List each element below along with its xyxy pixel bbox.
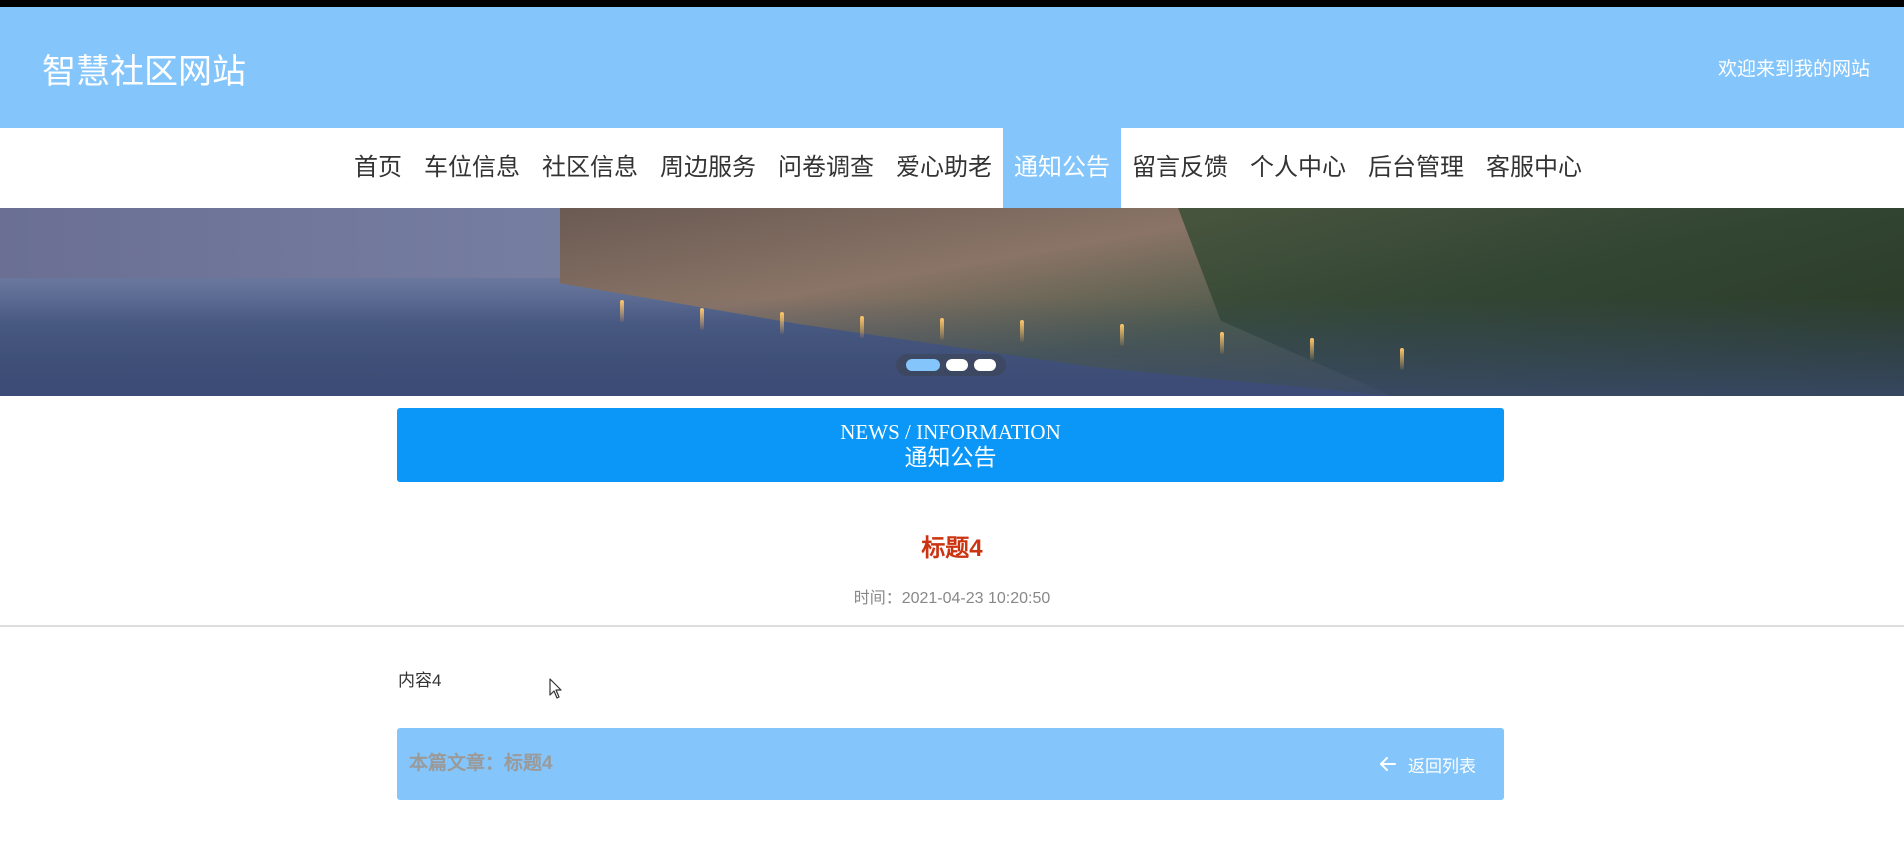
nav-item-notices[interactable]: 通知公告	[1003, 128, 1121, 208]
article-time: 时间：2021-04-23 10:20:50	[853, 590, 1051, 607]
main-nav: 首页 车位信息 社区信息 周边服务 问卷调查 爱心助老 通知公告 留言反馈 个人…	[0, 128, 1904, 208]
back-to-list-label: 返回列表	[1408, 756, 1476, 776]
nav-item-elderly-care[interactable]: 爱心助老	[885, 128, 1003, 208]
nav-item-survey[interactable]: 问卷调查	[767, 128, 885, 208]
carousel-dot-3[interactable]	[974, 359, 996, 371]
article-footer: 本篇文章：标题4 返回列表	[397, 728, 1504, 800]
back-to-list-button[interactable]: 返回列表	[1378, 728, 1476, 800]
banner-light	[860, 316, 864, 338]
banner-carousel[interactable]	[0, 208, 1904, 396]
banner-light	[1120, 324, 1124, 346]
carousel-indicators	[896, 354, 1006, 376]
divider	[0, 625, 1904, 627]
banner-light	[1310, 338, 1314, 360]
top-strip	[0, 0, 1904, 7]
nav-item-profile[interactable]: 个人中心	[1239, 128, 1357, 208]
section-heading: NEWS / INFORMATION 通知公告	[397, 408, 1504, 482]
nav-item-feedback[interactable]: 留言反馈	[1121, 128, 1239, 208]
section-title-en: NEWS / INFORMATION	[840, 420, 1061, 444]
banner-light	[700, 308, 704, 330]
mouse-pointer-icon	[549, 678, 562, 699]
banner-light	[620, 300, 624, 322]
banner-light	[1220, 332, 1224, 354]
nav-item-nearby-services[interactable]: 周边服务	[649, 128, 767, 208]
banner-light	[780, 312, 784, 334]
welcome-text: 欢迎来到我的网站	[1717, 59, 1870, 80]
banner-light	[1400, 348, 1404, 370]
page: 智慧社区网站 欢迎来到我的网站 首页 车位信息 社区信息 周边服务 问卷调查 爱…	[0, 0, 1904, 865]
banner-light	[1020, 320, 1024, 342]
carousel-dot-1[interactable]	[906, 359, 940, 371]
nav-item-support[interactable]: 客服中心	[1475, 128, 1593, 208]
article-title: 标题4	[921, 535, 983, 562]
site-title[interactable]: 智慧社区网站	[42, 44, 246, 93]
nav-items: 首页 车位信息 社区信息 周边服务 问卷调查 爱心助老 通知公告 留言反馈 个人…	[343, 128, 1593, 208]
nav-item-parking[interactable]: 车位信息	[413, 128, 531, 208]
arrow-left-icon	[1380, 757, 1396, 771]
nav-item-home[interactable]: 首页	[343, 128, 413, 208]
nav-item-community[interactable]: 社区信息	[531, 128, 649, 208]
nav-item-admin[interactable]: 后台管理	[1357, 128, 1475, 208]
banner-light	[940, 318, 944, 340]
banner-water	[0, 298, 1904, 396]
section-title-cn: 通知公告	[904, 445, 997, 470]
carousel-dot-2[interactable]	[946, 359, 968, 371]
current-article-label: 本篇文章：标题4	[409, 753, 553, 774]
article-content: 内容4	[398, 671, 442, 690]
site-header: 智慧社区网站 欢迎来到我的网站	[0, 7, 1904, 128]
